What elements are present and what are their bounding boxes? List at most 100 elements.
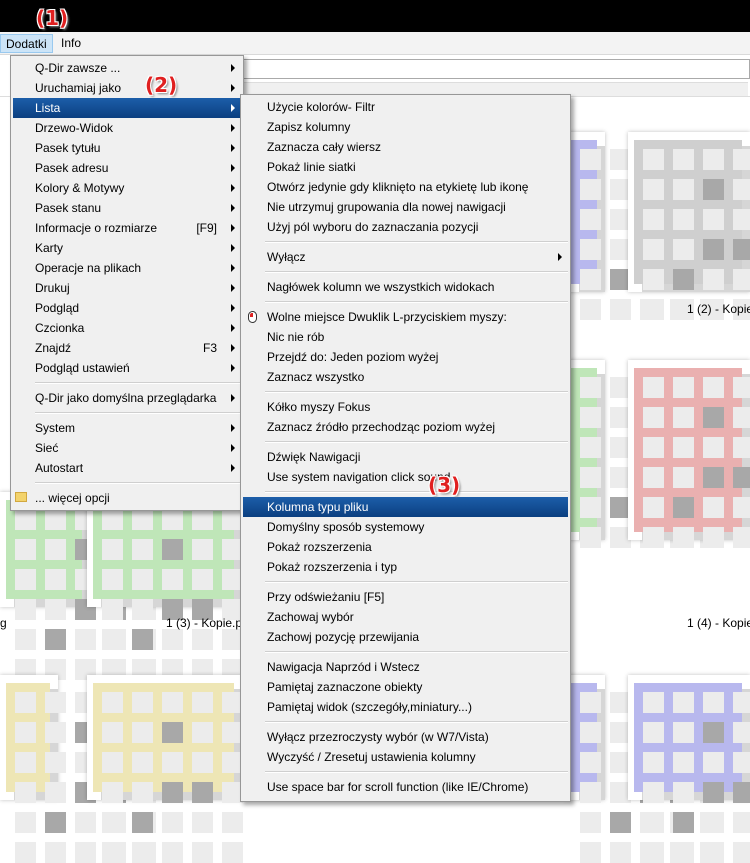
menu1-item[interactable]: Podgląd ustawień <box>13 358 241 378</box>
menu1-item[interactable]: Kolory & Motywy <box>13 178 241 198</box>
thumbnail-image <box>571 140 721 320</box>
menu2-item[interactable]: Zaznacz wszystko <box>243 367 568 387</box>
thumbnail-cell <box>15 599 36 620</box>
thumbnail-cell <box>132 539 153 560</box>
thumbnail-cell <box>192 812 213 833</box>
menu1-item-label: Pasek tytułu <box>35 141 101 155</box>
thumbnail-cell <box>703 812 724 833</box>
menu2-item[interactable]: Przy odświeżaniu [F5] <box>243 587 568 607</box>
thumbnail-cell <box>222 842 243 863</box>
menu2-item[interactable]: Dźwięk Nawigacji <box>243 447 568 467</box>
thumbnail-cell <box>162 692 183 713</box>
menu2-item[interactable]: Zaznacza cały wiersz <box>243 137 568 157</box>
menu2-item[interactable]: Wyczyść / Zresetuj ustawienia kolumny <box>243 747 568 767</box>
thumbnail-cell <box>673 527 694 548</box>
thumbnail[interactable] <box>628 675 750 863</box>
thumbnail-cell <box>45 509 66 530</box>
menu2-item[interactable]: Kolumna typu pliku <box>243 497 568 517</box>
menu1-item[interactable]: Autostart <box>13 458 241 478</box>
thumbnail-cell <box>643 437 664 458</box>
menu2-item[interactable]: Zapisz kolumny <box>243 117 568 137</box>
menu-dodatki[interactable]: Dodatki <box>0 34 53 53</box>
thumbnail-cell <box>162 842 183 863</box>
thumbnail-cell <box>703 692 724 713</box>
menu2-item[interactable]: Nic nie rób <box>243 327 568 347</box>
menu2-item[interactable]: Wolne miejsce Dwuklik L-przyciskiem mysz… <box>243 307 568 327</box>
thumbnail-cell <box>222 812 243 833</box>
menu1-item[interactable]: Lista <box>13 98 241 118</box>
menu2-item[interactable]: Nawigacja Naprzód i Wstecz <box>243 657 568 677</box>
menu1-item[interactable]: Uruchamiaj jako <box>13 78 241 98</box>
menu2-item[interactable]: Użycie kolorów- Filtr <box>243 97 568 117</box>
thumbnail-cell <box>45 752 66 773</box>
menu2-item[interactable]: Pamiętaj widok (szczegóły,miniatury...) <box>243 697 568 717</box>
menu2-item[interactable]: Wyłącz przezroczysty wybór (w W7/Vista) <box>243 727 568 747</box>
thumbnail-cell <box>102 842 123 863</box>
thumbnail[interactable] <box>565 132 721 320</box>
menu1-item[interactable]: Karty <box>13 238 241 258</box>
menu2-item[interactable]: Kółko myszy Fokus <box>243 397 568 417</box>
menu1-item[interactable]: Sieć <box>13 438 241 458</box>
address-input[interactable] <box>240 59 750 79</box>
thumbnail[interactable] <box>87 675 243 863</box>
menu1-item[interactable]: Znajdź F3 <box>13 338 241 358</box>
menu1-item[interactable]: Q-Dir zawsze ... <box>13 58 241 78</box>
menu1-item[interactable]: Drukuj <box>13 278 241 298</box>
menu2-item[interactable]: Użyj pól wyboru do zaznaczania pozycji <box>243 217 568 237</box>
menu1-item-label: Drzewo-Widok <box>35 121 114 135</box>
submenu-arrow-icon <box>231 164 235 172</box>
thumbnail-cell <box>580 722 601 743</box>
thumbnail-cell <box>580 467 601 488</box>
menu2-item[interactable]: Otwórz jedynie gdy kliknięto na etykietę… <box>243 177 568 197</box>
menu-separator <box>265 771 568 773</box>
thumbnail-cell <box>45 692 66 713</box>
thumbnail-cell <box>703 269 724 290</box>
menu-separator <box>265 301 568 303</box>
thumbnail[interactable] <box>565 360 721 548</box>
menu2-item[interactable]: Nie utrzymuj grupowania dla nowej nawiga… <box>243 197 568 217</box>
menu1-item[interactable]: Pasek adresu <box>13 158 241 178</box>
menu2-item-label: Zachowaj wybór <box>267 610 354 624</box>
thumbnail-cell <box>733 497 750 518</box>
menu1-item-label: Pasek stanu <box>35 201 102 215</box>
menu2-item[interactable]: Pokaż linie siatki <box>243 157 568 177</box>
menu2-item[interactable]: Zachowj pozycję przewijania <box>243 627 568 647</box>
thumbnail-cell <box>673 467 694 488</box>
menu2-item[interactable]: Pamiętaj zaznaczone obiekty <box>243 677 568 697</box>
menu1-item[interactable]: System <box>13 418 241 438</box>
menu2-item[interactable]: Zaznacz źródło przechodząc poziom wyżej <box>243 417 568 437</box>
menu1-item[interactable]: Pasek stanu <box>13 198 241 218</box>
thumbnail[interactable] <box>565 675 721 863</box>
menu2-item-label: Use space bar for scroll function (like … <box>267 780 529 794</box>
menu1-item[interactable]: Q-Dir jako domyślna przeglądarka <box>13 388 241 408</box>
thumbnail-cell <box>580 377 601 398</box>
menu1-item[interactable]: Operacje na plikach <box>13 258 241 278</box>
thumbnail[interactable] <box>628 360 750 548</box>
menu2-item[interactable]: Use space bar for scroll function (like … <box>243 777 568 797</box>
submenu-arrow-icon <box>231 444 235 452</box>
menu2-item[interactable]: Zachowaj wybór <box>243 607 568 627</box>
menu1-item[interactable]: Czcionka <box>13 318 241 338</box>
menu1-item[interactable]: Drzewo-Widok <box>13 118 241 138</box>
menu2-item[interactable]: Nagłówek kolumn we wszystkich widokach <box>243 277 568 297</box>
menu2-item[interactable]: Wyłącz <box>243 247 568 267</box>
thumbnail-cell <box>733 812 750 833</box>
thumbnail-cell <box>102 752 123 773</box>
menu2-item[interactable]: Pokaż rozszerzenia i typ <box>243 557 568 577</box>
shortcut-label: F3 <box>202 341 217 355</box>
thumbnail-cell <box>643 497 664 518</box>
thumbnail-cell <box>733 269 750 290</box>
title-bar <box>0 0 750 32</box>
menu-separator <box>265 491 568 493</box>
thumbnail[interactable] <box>628 132 750 320</box>
menu1-item[interactable]: ... więcej opcji <box>13 488 241 508</box>
menu2-item[interactable]: Domyślny sposób systemowy <box>243 517 568 537</box>
menu1-item[interactable]: Pasek tytułu <box>13 138 241 158</box>
menu2-item[interactable]: Use system navigation click sound <box>243 467 568 487</box>
thumbnail[interactable] <box>0 675 156 863</box>
menu2-item[interactable]: Przejdź do: Jeden poziom wyżej <box>243 347 568 367</box>
menu1-item[interactable]: Podgląd <box>13 298 241 318</box>
menu1-item[interactable]: Informacje o rozmiarze [F9] <box>13 218 241 238</box>
menu-info[interactable]: Info <box>56 34 86 53</box>
menu2-item[interactable]: Pokaż rozszerzenia <box>243 537 568 557</box>
